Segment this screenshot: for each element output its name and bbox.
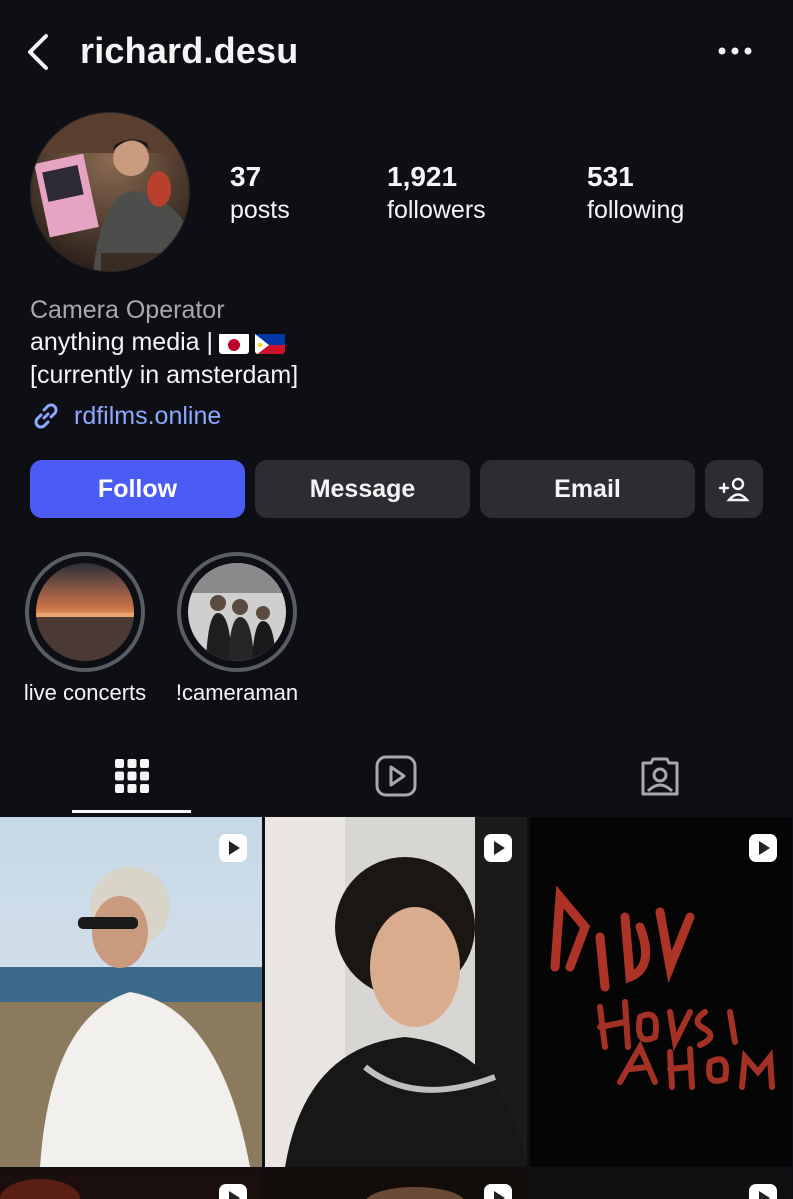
suggested-people-button[interactable] xyxy=(705,460,763,518)
tab-tagged[interactable] xyxy=(528,740,792,812)
website-link-text: rdfilms.online xyxy=(74,401,222,430)
grid-icon xyxy=(115,759,149,793)
profile-username: richard.desu xyxy=(80,30,299,71)
email-button[interactable]: Email xyxy=(480,460,695,518)
highlight-cover xyxy=(188,563,286,661)
highlight-label: !cameraman xyxy=(175,680,299,705)
tab-reels[interactable] xyxy=(264,740,528,812)
post-thumbnail[interactable] xyxy=(265,817,527,1167)
reel-badge-icon xyxy=(219,1184,247,1199)
following-count[interactable]: 531 following xyxy=(587,160,684,226)
highlight-label: live concerts xyxy=(23,680,147,705)
followers-count-label: followers xyxy=(387,196,486,224)
profile-website-link[interactable]: rdfilms.online xyxy=(30,400,221,432)
highlight-ring xyxy=(177,552,297,672)
follow-button[interactable]: Follow xyxy=(30,460,245,518)
post-thumbnail[interactable] xyxy=(0,817,262,1167)
post-image xyxy=(530,817,792,1167)
message-button[interactable]: Message xyxy=(255,460,470,518)
reel-badge-icon xyxy=(749,1184,777,1199)
reel-badge-icon xyxy=(484,834,512,862)
chevron-left-icon xyxy=(28,34,48,70)
post-thumbnail[interactable] xyxy=(265,1169,527,1199)
highlight-ring xyxy=(25,552,145,672)
followers-count[interactable]: 1,921 followers xyxy=(387,160,486,226)
bio-line-2: [currently in amsterdam] xyxy=(30,361,299,389)
profile-page: richard.desu 37 posts 1,921 followers 53… xyxy=(0,0,793,1199)
active-tab-indicator xyxy=(72,810,191,813)
reel-badge-icon xyxy=(484,1184,512,1199)
post-thumbnail[interactable] xyxy=(530,1169,792,1199)
post-thumbnail[interactable] xyxy=(530,817,792,1167)
followers-count-value: 1,921 xyxy=(387,161,458,192)
profile-bio: Camera Operator anything media | [curren… xyxy=(30,294,770,392)
post-image xyxy=(265,817,527,1167)
tagged-icon xyxy=(641,757,679,796)
back-button[interactable] xyxy=(18,30,58,74)
top-bar: richard.desu xyxy=(0,18,793,84)
more-options-button[interactable] xyxy=(713,36,757,66)
following-count-value: 531 xyxy=(587,161,634,192)
profile-avatar[interactable] xyxy=(30,112,190,272)
following-count-label: following xyxy=(587,196,685,224)
add-person-icon xyxy=(718,477,750,502)
posts-count-value: 37 xyxy=(230,161,262,192)
reels-icon xyxy=(375,755,417,797)
link-icon xyxy=(34,403,58,429)
bio-text-1: anything media | xyxy=(30,328,213,356)
profile-category: Camera Operator xyxy=(30,296,225,324)
japan-flag-icon xyxy=(219,332,249,354)
highlight-live-concerts[interactable]: live concerts xyxy=(5,552,165,706)
reel-badge-icon xyxy=(219,834,247,862)
tab-posts-grid[interactable] xyxy=(0,740,264,812)
post-thumbnail[interactable] xyxy=(0,1169,262,1199)
highlight-cover xyxy=(36,563,134,661)
posts-count-label: posts xyxy=(230,196,290,224)
highlight-cameraman[interactable]: !cameraman xyxy=(157,552,317,706)
post-image xyxy=(0,817,262,1167)
posts-count[interactable]: 37 posts xyxy=(230,160,290,226)
reel-badge-icon xyxy=(749,834,777,862)
philippines-flag-icon xyxy=(255,332,285,354)
avatar-photo xyxy=(31,113,189,271)
bio-line-1: anything media | xyxy=(30,326,770,359)
more-horizontal-icon xyxy=(718,47,752,55)
